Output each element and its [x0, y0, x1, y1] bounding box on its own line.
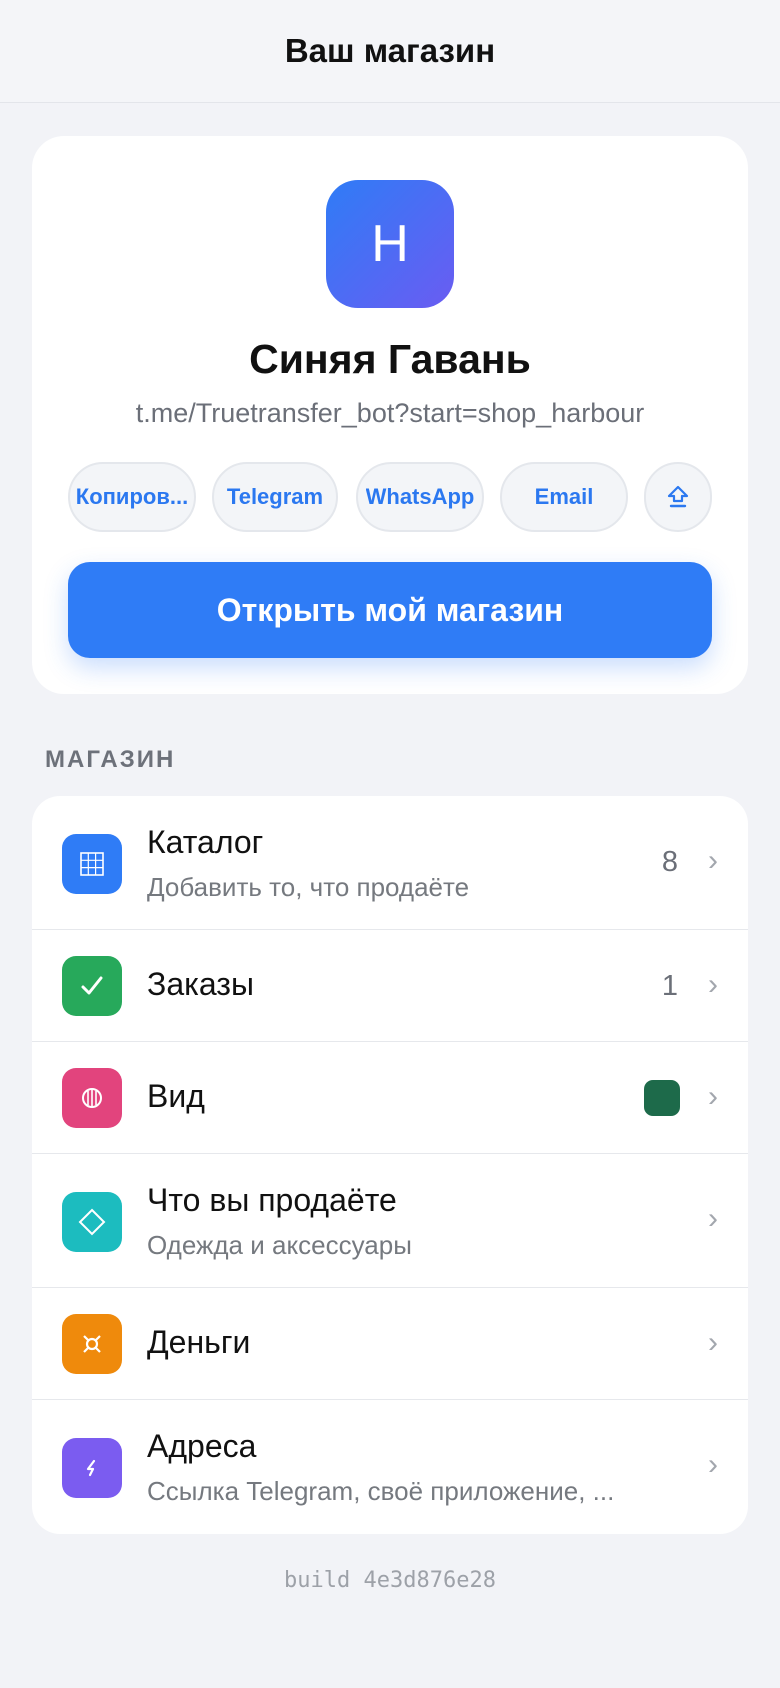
chevron-right-icon: › [708, 844, 718, 877]
share-telegram-label: Telegram [226, 484, 324, 509]
shop-logo-letter: H [371, 215, 409, 273]
share-email-label: Email [534, 484, 594, 509]
section-title: МАГАЗИН [45, 746, 176, 773]
menu-item-title: Деньги [147, 1324, 251, 1360]
open-shop-button[interactable]: Открыть мой магазин [68, 562, 712, 658]
theme-color-swatch [644, 1080, 680, 1116]
menu-item-title: Каталог [147, 824, 264, 860]
menu-item-appearance[interactable]: Вид › [32, 1042, 748, 1154]
link-icon [62, 1438, 122, 1498]
chevron-right-icon: › [708, 1080, 718, 1113]
orders-count: 1 [661, 970, 678, 1002]
top-bar: Ваш магазин [0, 0, 780, 103]
chevron-right-icon: › [708, 1326, 718, 1359]
menu-item-title: Заказы [147, 966, 254, 1002]
shop-name: Синяя Гавань [249, 336, 531, 382]
share-whatsapp-button[interactable]: WhatsApp [356, 462, 484, 532]
check-icon [62, 956, 122, 1016]
share-icon [667, 485, 689, 508]
share-whatsapp-label: WhatsApp [365, 484, 475, 509]
shop-card: H Синяя Гавань t.me/Truetransfer_bot?sta… [32, 136, 748, 694]
shop-logo: H [326, 180, 454, 308]
menu-item-title: Адреса [147, 1428, 257, 1464]
currency-icon [62, 1314, 122, 1374]
menu-item-subtitle: Добавить то, что продаёте [147, 872, 470, 902]
menu-item-category[interactable]: Что вы продаёте Одежда и аксессуары › [32, 1154, 748, 1288]
menu-item-addresses[interactable]: Адреса Ссылка Telegram, своё приложение,… [32, 1400, 748, 1534]
share-email-button[interactable]: Email [500, 462, 628, 532]
share-more-button[interactable] [644, 462, 712, 532]
palette-icon [62, 1068, 122, 1128]
shop-menu-list: Каталог Добавить то, что продаёте 8 › За… [32, 796, 748, 1534]
menu-item-catalog[interactable]: Каталог Добавить то, что продаёте 8 › [32, 796, 748, 930]
menu-item-title: Вид [147, 1078, 205, 1114]
menu-item-orders[interactable]: Заказы 1 › [32, 930, 748, 1042]
chevron-right-icon: › [708, 968, 718, 1001]
build-version: build 4e3d876e28 [284, 1568, 496, 1593]
diamond-icon [62, 1192, 122, 1252]
share-telegram-button[interactable]: Telegram [212, 462, 338, 532]
menu-item-money[interactable]: Деньги › [32, 1288, 748, 1400]
chevron-right-icon: › [708, 1448, 718, 1481]
catalog-count: 8 [661, 846, 678, 878]
grid-icon [62, 834, 122, 894]
menu-item-subtitle: Одежда и аксессуары [147, 1230, 412, 1260]
chevron-right-icon: › [708, 1202, 718, 1235]
page-title: Ваш магазин [284, 32, 496, 69]
copy-link-button[interactable]: Копиров... [68, 462, 196, 532]
menu-item-subtitle: Ссылка Telegram, своё приложение, ... [147, 1476, 615, 1506]
copy-link-label: Копиров... [75, 484, 189, 509]
menu-item-title: Что вы продаёте [147, 1182, 397, 1218]
shop-link[interactable]: t.me/Truetransfer_bot?start=shop_harbour [32, 398, 748, 429]
